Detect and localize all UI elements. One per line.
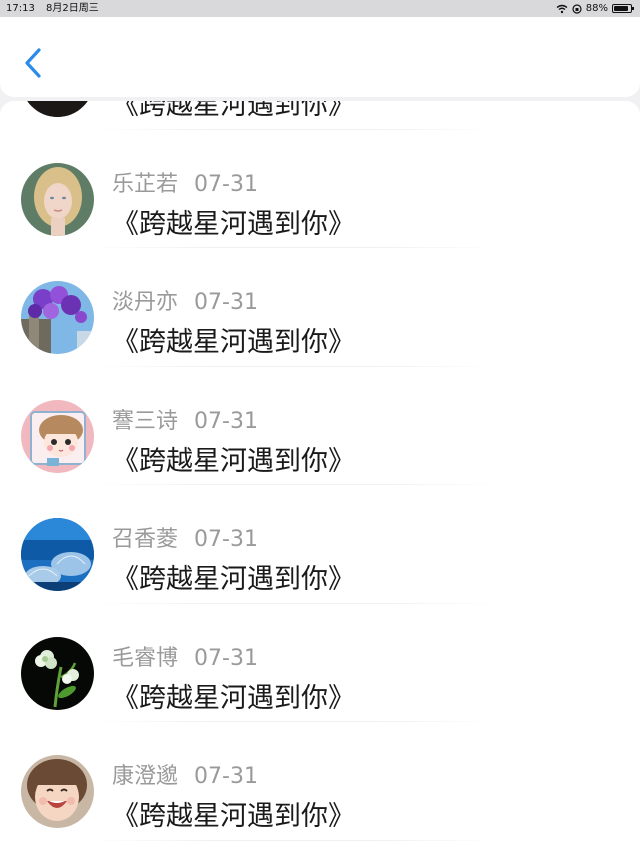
avatar[interactable] bbox=[21, 518, 94, 591]
avatar[interactable] bbox=[21, 755, 94, 828]
comment-author: 謇三诗 bbox=[112, 408, 179, 434]
comment-author: 淡丹亦 bbox=[112, 290, 179, 315]
comment-meta: 毛睿博 07-31 bbox=[112, 640, 258, 672]
status-bar: 17:13 8月2日周三 88% bbox=[0, 0, 640, 17]
comment-date: 07-31 bbox=[194, 290, 258, 315]
wifi-icon bbox=[556, 4, 568, 13]
chevron-left-icon bbox=[25, 48, 41, 78]
comment-item[interactable]: 召香菱 07-31 《跨越星河遇到你》 bbox=[0, 485, 640, 604]
comment-date: 07-31 bbox=[194, 764, 258, 789]
avatar[interactable] bbox=[21, 399, 94, 473]
comment-author: 乐芷若 bbox=[112, 171, 179, 197]
comment-date: 07-31 bbox=[194, 171, 258, 197]
avatar-cartoon-girl-image bbox=[21, 399, 94, 473]
comment-text: 《跨越星河遇到你》 bbox=[112, 682, 355, 714]
comment-date: 07-31 bbox=[194, 408, 258, 434]
avatar[interactable] bbox=[21, 281, 94, 354]
avatar-white-flower-image bbox=[21, 636, 94, 710]
comment-item[interactable]: 毛睿博 07-31 《跨越星河遇到你》 bbox=[0, 604, 640, 723]
avatar[interactable] bbox=[21, 636, 94, 710]
comment-author: 康澄邈 bbox=[112, 764, 179, 789]
comment-meta: 謇三诗 07-31 bbox=[112, 403, 258, 435]
status-date: 8月2日周三 bbox=[46, 3, 99, 14]
comment-author: 召香菱 bbox=[112, 527, 179, 552]
comment-item[interactable]: 淡丹亦 07-31 《跨越星河遇到你》 bbox=[0, 248, 640, 367]
comment-text: 《跨越星河遇到你》 bbox=[112, 801, 355, 832]
avatar[interactable] bbox=[21, 101, 94, 117]
battery-percent: 88% bbox=[585, 3, 608, 14]
comment-text: 《跨越星河遇到你》 bbox=[112, 564, 355, 595]
comment-date: 07-31 bbox=[194, 645, 258, 671]
avatar-blue-city-image bbox=[21, 518, 94, 591]
comment-text: 《跨越星河遇到你》 bbox=[112, 208, 355, 240]
avatar-dark-image bbox=[21, 101, 94, 117]
comment-item[interactable]: 乐芷若 07-31 《跨越星河遇到你》 bbox=[0, 130, 640, 249]
status-right: 88% bbox=[556, 0, 634, 17]
back-button[interactable] bbox=[18, 45, 48, 81]
comment-item[interactable]: 《跨越星河遇到你》 bbox=[0, 101, 640, 130]
comment-meta: 康澄邈 07-31 bbox=[112, 758, 258, 790]
battery-icon bbox=[612, 4, 634, 13]
nav-bar bbox=[0, 17, 640, 97]
comment-date: 07-31 bbox=[194, 527, 258, 552]
comment-author: 毛睿博 bbox=[112, 645, 179, 671]
comment-list-card: 《跨越星河遇到你》 乐芷若 07-31 《跨越星河遇到你》 淡丹亦 07-31 … bbox=[0, 101, 640, 853]
comment-item[interactable]: 康澄邈 07-31 《跨越星河遇到你》 bbox=[0, 722, 640, 841]
comment-meta: 淡丹亦 07-31 bbox=[112, 284, 258, 316]
comment-text: 《跨越星河遇到你》 bbox=[112, 101, 355, 121]
comment-text: 《跨越星河遇到你》 bbox=[112, 327, 355, 358]
orientation-lock-icon bbox=[572, 3, 582, 14]
avatar[interactable] bbox=[21, 162, 94, 236]
status-left: 17:13 8月2日周三 bbox=[6, 0, 107, 17]
avatar-smiling-child-image bbox=[21, 755, 94, 828]
avatar-purple-flowers-image bbox=[21, 281, 94, 354]
comment-text: 《跨越星河遇到你》 bbox=[112, 445, 355, 477]
status-time: 17:13 bbox=[6, 3, 35, 14]
comment-item[interactable]: 謇三诗 07-31 《跨越星河遇到你》 bbox=[0, 367, 640, 486]
battery-fill bbox=[614, 6, 629, 11]
avatar-blonde-woman-image bbox=[21, 162, 94, 236]
comment-meta: 乐芷若 07-31 bbox=[112, 166, 258, 198]
comment-meta: 召香菱 07-31 bbox=[112, 521, 258, 553]
comment-list: 《跨越星河遇到你》 乐芷若 07-31 《跨越星河遇到你》 淡丹亦 07-31 … bbox=[0, 101, 640, 841]
